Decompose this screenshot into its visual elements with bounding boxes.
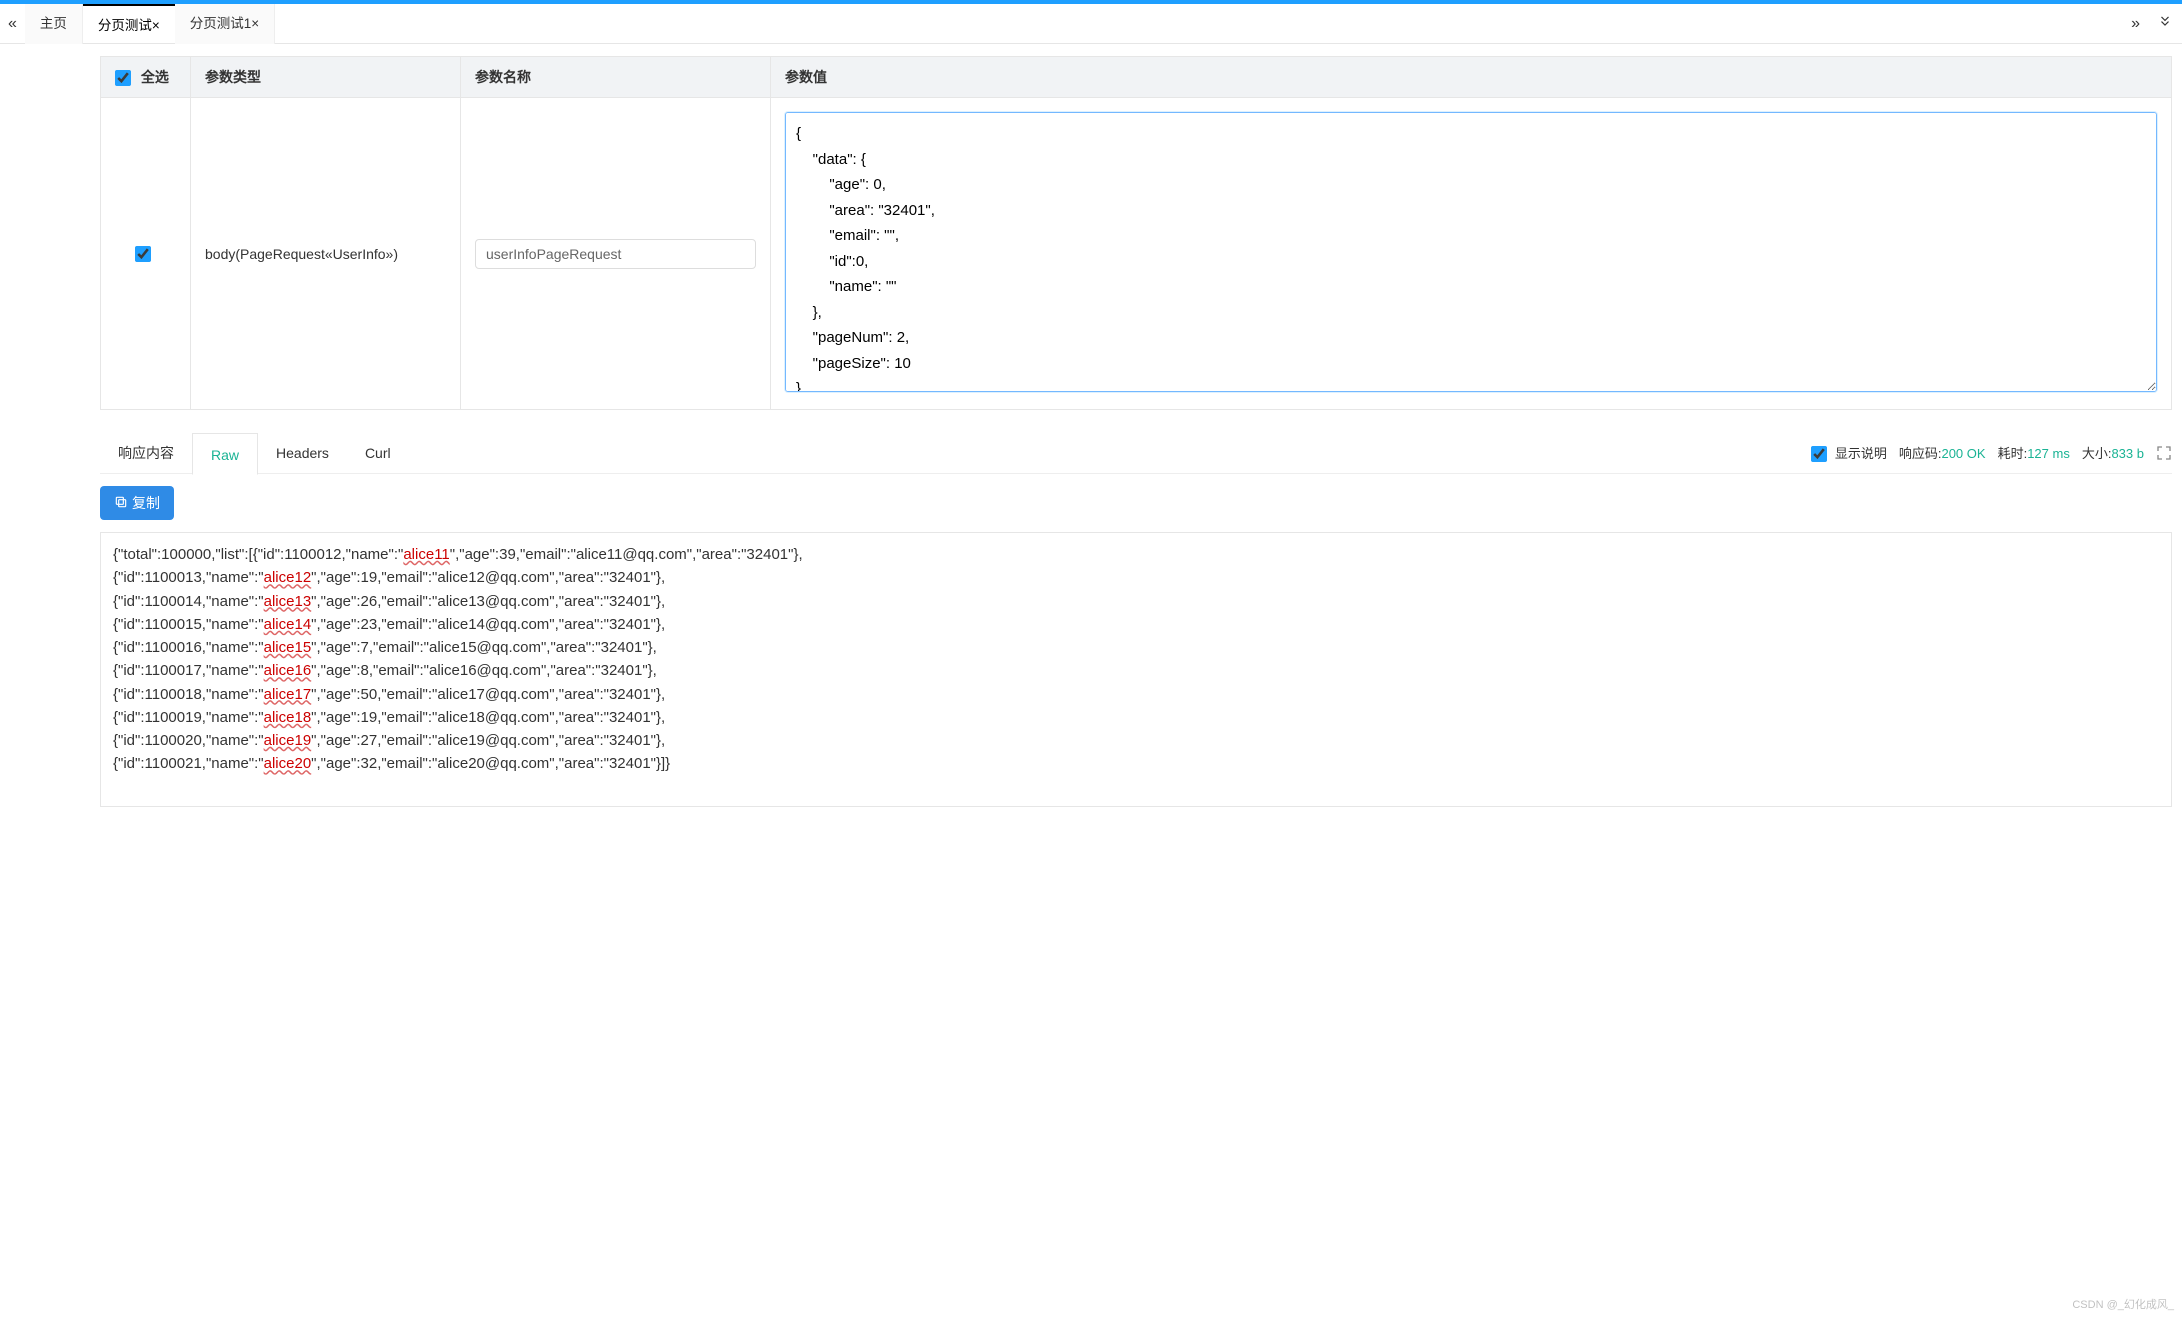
param-type-cell: body(PageRequest«UserInfo»): [191, 98, 461, 410]
tabs-menu-icon[interactable]: [2148, 4, 2182, 44]
raw-response-box[interactable]: {"total":100000,"list":[{"id":1100012,"n…: [100, 532, 2172, 807]
copy-button[interactable]: 复制: [100, 486, 174, 520]
response-time: 耗时:127 ms: [1998, 443, 2070, 462]
response-tab-bar: 响应内容 Raw Headers Curl 显示说明 响应码:200 OK 耗时…: [100, 432, 2172, 474]
expand-icon[interactable]: [2156, 445, 2172, 461]
select-all-checkbox[interactable]: [115, 70, 131, 86]
param-name-input[interactable]: [475, 239, 756, 269]
th-param-type: 参数类型: [191, 57, 461, 98]
tabs-scroll-right-icon[interactable]: »: [2123, 4, 2148, 44]
tab-response-content[interactable]: 响应内容: [100, 432, 192, 474]
show-desc-wrapper: 显示说明: [1811, 443, 1887, 463]
main-content: 全选 参数类型 参数名称 参数值 body(PageRequest«UserIn…: [100, 56, 2172, 827]
show-desc-checkbox[interactable]: [1811, 446, 1827, 462]
copy-label: 复制: [132, 493, 160, 513]
watermark: CSDN @_幻化成风_: [2072, 1296, 2174, 1312]
top-tab-paging-test[interactable]: 分页测试×: [83, 4, 175, 44]
th-select-all: 全选: [101, 57, 191, 98]
copy-icon: [114, 495, 128, 512]
response-code: 响应码:200 OK: [1899, 443, 1986, 462]
tab-raw[interactable]: Raw: [192, 433, 258, 475]
th-param-name: 参数名称: [461, 57, 771, 98]
param-row: body(PageRequest«UserInfo»): [101, 98, 2172, 410]
param-table: 全选 参数类型 参数名称 参数值 body(PageRequest«UserIn…: [100, 56, 2172, 410]
param-value-textarea[interactable]: [785, 112, 2157, 392]
top-tab-bar: « 主页 分页测试× 分页测试1× »: [0, 4, 2182, 44]
tab-curl[interactable]: Curl: [347, 432, 409, 474]
top-tab-home[interactable]: 主页: [25, 4, 83, 44]
tabs-scroll-left-icon[interactable]: «: [0, 4, 25, 44]
th-param-value: 参数值: [771, 57, 2172, 98]
top-tab-paging-test-1[interactable]: 分页测试1×: [175, 4, 275, 44]
response-size: 大小:833 b: [2082, 443, 2144, 462]
param-row-checkbox[interactable]: [135, 246, 151, 262]
select-all-label: 全选: [141, 69, 169, 85]
tab-headers[interactable]: Headers: [258, 432, 347, 474]
show-desc-label: 显示说明: [1835, 446, 1887, 461]
